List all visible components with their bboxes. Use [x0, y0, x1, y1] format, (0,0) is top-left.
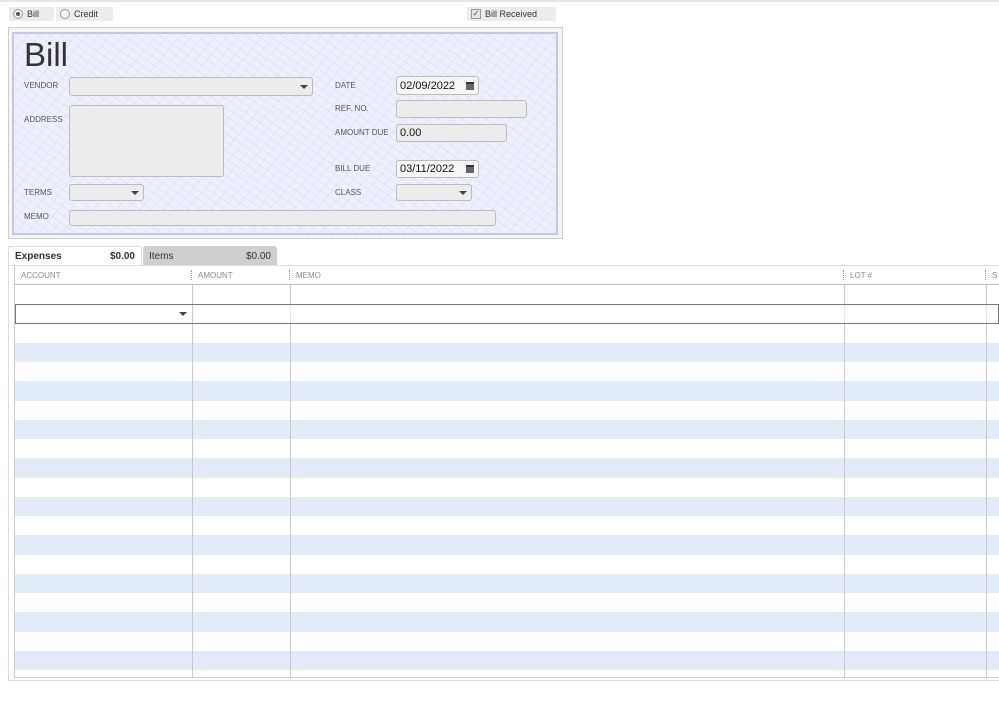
column-resize-handle[interactable] — [843, 270, 844, 280]
calendar-icon[interactable] — [466, 165, 474, 173]
column-header-s[interactable]: S — [992, 271, 997, 280]
table-row[interactable] — [15, 496, 999, 516]
column-divider — [290, 285, 291, 678]
column-divider — [844, 285, 845, 678]
tab-amount: $0.00 — [245, 250, 271, 262]
column-divider — [192, 285, 193, 678]
bill-received-label: Bill Received — [485, 9, 538, 19]
bill-radio[interactable]: Bill — [9, 7, 54, 21]
table-row[interactable] — [15, 324, 999, 343]
column-header-amount[interactable]: AMOUNT — [198, 271, 233, 280]
column-header-account[interactable]: ACCOUNT — [21, 271, 61, 280]
active-row[interactable] — [15, 304, 999, 324]
table-row[interactable] — [15, 516, 999, 535]
date-value: 02/09/2022 — [400, 79, 456, 92]
table-row[interactable] — [15, 650, 999, 670]
table-row[interactable] — [15, 342, 999, 362]
vendor-label: VENDOR — [24, 81, 59, 90]
vendor-dropdown[interactable] — [69, 77, 313, 96]
amount-due-input[interactable]: 0.00 — [396, 124, 507, 142]
tab-items[interactable]: Items $0.00 — [143, 246, 277, 266]
credit-radio[interactable]: Credit — [56, 7, 113, 21]
date-input[interactable]: 02/09/2022 — [396, 76, 479, 95]
address-label: ADDRESS — [24, 115, 63, 124]
chevron-down-icon — [459, 190, 467, 195]
table-row[interactable] — [15, 401, 999, 420]
ref-no-label: REF. NO. — [335, 104, 369, 113]
table-row[interactable] — [15, 535, 999, 555]
column-divider — [844, 305, 845, 323]
bill-due-input[interactable]: 03/11/2022 — [396, 160, 479, 178]
table-row[interactable] — [15, 478, 999, 497]
bill-radio-label: Bill — [27, 9, 40, 19]
terms-label: TERMS — [24, 188, 52, 197]
bill-due-value: 03/11/2022 — [400, 163, 455, 175]
table-row[interactable] — [15, 362, 999, 381]
column-resize-handle[interactable] — [985, 270, 986, 280]
radio-selected-icon — [13, 9, 23, 19]
column-divider — [986, 285, 987, 678]
memo-label: MEMO — [24, 212, 49, 221]
column-resize-handle[interactable] — [289, 270, 290, 280]
address-field[interactable] — [69, 105, 224, 177]
tab-label: Items — [149, 250, 174, 262]
table-row[interactable] — [15, 573, 999, 593]
tab-label: Expenses — [15, 251, 62, 262]
table-row[interactable] — [15, 285, 999, 304]
column-header-lot[interactable]: LOT # — [850, 271, 872, 280]
table-row[interactable] — [15, 381, 999, 401]
amount-due-value: 0.00 — [400, 127, 422, 139]
account-dropdown-chevron-down-icon[interactable] — [179, 312, 187, 316]
chevron-down-icon — [300, 84, 308, 89]
tab-expenses[interactable]: Expenses $0.00 — [8, 246, 142, 266]
table-row[interactable] — [15, 439, 999, 458]
tab-amount: $0.00 — [109, 251, 135, 262]
column-divider — [192, 305, 193, 323]
table-row[interactable] — [15, 458, 999, 478]
radio-icon — [60, 9, 70, 19]
header-divider — [14, 284, 999, 285]
ref-no-input[interactable] — [396, 100, 527, 118]
chevron-down-icon — [131, 190, 139, 195]
checkmark-icon: ✓ — [471, 9, 481, 19]
column-divider — [986, 305, 987, 323]
credit-radio-label: Credit — [74, 9, 99, 19]
table-row[interactable] — [15, 593, 999, 612]
top-divider — [0, 0, 999, 2]
terms-dropdown[interactable] — [69, 184, 144, 201]
table-row[interactable] — [15, 419, 999, 439]
table-row[interactable] — [15, 632, 999, 651]
column-divider — [290, 305, 291, 323]
class-dropdown[interactable] — [396, 184, 472, 201]
page-title: Bill — [24, 36, 69, 73]
calendar-icon[interactable] — [466, 81, 474, 90]
column-header-memo[interactable]: MEMO — [296, 271, 321, 280]
class-label: CLASS — [335, 188, 362, 197]
bill-received-checkbox[interactable]: ✓ Bill Received — [467, 7, 556, 21]
column-resize-handle[interactable] — [191, 270, 192, 280]
bill-due-label: BILL DUE — [335, 164, 371, 173]
panel-border — [8, 680, 999, 681]
amount-due-label: AMOUNT DUE — [335, 128, 389, 137]
memo-input[interactable] — [69, 210, 496, 226]
date-label: DATE — [335, 81, 356, 90]
panel-border — [8, 265, 9, 681]
table-row[interactable] — [15, 612, 999, 632]
table-row[interactable] — [15, 555, 999, 574]
